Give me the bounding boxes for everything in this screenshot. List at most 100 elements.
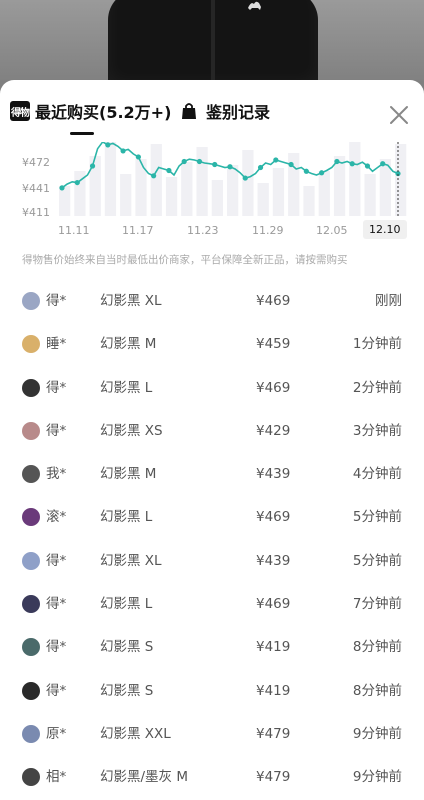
tab-auth-label: 鉴别记录 (206, 103, 271, 122)
product-variant: 幻影黑 M (100, 336, 157, 353)
price-point (212, 161, 218, 168)
product-variant: 幻影黑 S (100, 682, 154, 699)
list-item[interactable]: 原* 幻影黑 XXL ¥479 9分钟前 (0, 713, 424, 756)
purchase-time: 2分钟前 (352, 379, 402, 396)
product-variant: 幻影黑/墨灰 M (100, 769, 188, 786)
purchase-price: ¥479 (256, 725, 291, 742)
price-point (227, 164, 233, 170)
bag-icon (182, 103, 196, 119)
avatar (22, 421, 40, 440)
price-point (135, 154, 141, 160)
purchase-price: ¥469 (256, 379, 291, 396)
recent-purchases-sheet: 得物 最近购买(5.2万+) 鉴别记录 ¥472 ¥441 ¥411 11.11… (0, 80, 424, 800)
price-point (380, 161, 386, 167)
avatar (22, 768, 40, 787)
purchase-time: 8分钟前 (352, 682, 402, 699)
product-variant: 幻影黑 L (100, 379, 153, 396)
x-tick-current[interactable]: 12.10 (363, 220, 407, 239)
price-point (364, 163, 371, 169)
list-item[interactable]: 得* 幻影黑 XL ¥439 5分钟前 (0, 540, 424, 583)
list-item[interactable]: 得* 幻影黑 L ¥469 2分钟前 (0, 367, 424, 410)
list-item[interactable]: 睡* 幻影黑 M ¥459 1分钟前 (0, 323, 424, 366)
volume-bar (196, 147, 208, 216)
price-point (166, 167, 172, 174)
price-point (105, 142, 111, 148)
buyer-name: 得* (46, 596, 67, 613)
avatar (22, 465, 40, 484)
volume-bar (333, 156, 346, 216)
y-tick-label: ¥411 (22, 206, 50, 219)
active-tab-indicator (70, 132, 94, 135)
buyer-name: 得* (46, 293, 67, 309)
list-item[interactable]: 我* 幻影黑 M ¥439 4分钟前 (0, 453, 424, 496)
buyer-name: 我* (46, 466, 67, 483)
avatar (22, 335, 40, 354)
product-variant: 幻影黑 M (100, 466, 157, 483)
purchase-price: ¥469 (256, 509, 291, 526)
volume-bar (135, 159, 147, 216)
list-item[interactable]: 得* 幻影黑 XS ¥429 3分钟前 (0, 410, 424, 453)
product-variant: 幻影黑 XL (100, 552, 162, 569)
close-icon[interactable] (388, 104, 410, 126)
buyer-name: 得* (46, 552, 67, 569)
volume-bar (242, 150, 254, 216)
purchase-price: ¥469 (256, 596, 291, 613)
purchase-price: ¥459 (256, 336, 291, 353)
camel-logo-icon (248, 1, 261, 10)
buyer-name: 滚* (46, 509, 67, 526)
x-tick-label: 12.05 (316, 224, 348, 237)
product-image (0, 0, 424, 90)
avatar (22, 638, 40, 657)
list-item[interactable]: 得* 幻影黑 S ¥419 8分钟前 (0, 626, 424, 669)
price-point (257, 164, 264, 171)
price-disclaimer: 得物售价始终来自当时最低出价商家，平台保障全新正品，请按需购买 (22, 254, 348, 266)
product-variant: 幻影黑 L (100, 509, 153, 526)
list-item[interactable]: 得* 幻影黑 XL ¥469 刚刚 (0, 280, 424, 323)
price-point (349, 161, 355, 167)
purchase-time: 4分钟前 (352, 466, 402, 483)
buyer-name: 得* (46, 639, 67, 656)
price-point (288, 161, 294, 168)
list-item[interactable]: 滚* 幻影黑 L ¥469 5分钟前 (0, 496, 424, 539)
purchase-time: 3分钟前 (352, 422, 402, 439)
volume-bar (303, 186, 315, 216)
tab-recent-label: 最近购买(5.2万+) (35, 103, 172, 122)
purchase-time: 9分钟前 (352, 725, 402, 742)
x-tick-label: 11.23 (187, 224, 219, 237)
purchase-time: 7分钟前 (352, 596, 402, 613)
price-point (196, 158, 203, 165)
purchase-price: ¥439 (256, 552, 291, 569)
price-point (273, 157, 279, 163)
price-point (151, 173, 157, 179)
volume-bar (120, 174, 132, 216)
x-tick-label: 11.17 (122, 224, 154, 237)
price-point (334, 158, 340, 165)
volume-bar (257, 183, 269, 216)
purchase-time: 5分钟前 (352, 552, 402, 569)
purchase-price: ¥469 (256, 293, 291, 309)
tab-recent-purchases[interactable]: 得物 最近购买(5.2万+) (10, 98, 171, 124)
x-tick-label: 11.11 (58, 224, 90, 237)
buyer-name: 睡* (46, 336, 67, 353)
price-point (319, 170, 325, 176)
buyer-name: 得* (46, 422, 67, 439)
volume-bar (165, 177, 178, 216)
purchase-time: 5分钟前 (352, 509, 402, 526)
tab-authentication-records[interactable]: 鉴别记录 (180, 98, 270, 124)
y-tick-label: ¥472 (22, 156, 50, 169)
product-variant: 幻影黑 XS (100, 422, 163, 439)
product-variant: 幻影黑 XXL (100, 725, 171, 742)
list-item[interactable]: 得* 幻影黑 S ¥419 8分钟前 (0, 670, 424, 713)
volume-bar (318, 171, 330, 216)
list-item[interactable]: 相* 幻影黑/墨灰 M ¥479 9分钟前 (0, 756, 424, 799)
volume-bar (59, 186, 71, 216)
y-tick-label: ¥441 (22, 182, 50, 195)
purchase-price: ¥429 (256, 422, 291, 439)
volume-bar (104, 142, 117, 216)
product-variant: 幻影黑 S (100, 639, 154, 656)
price-point (74, 179, 80, 186)
avatar (22, 724, 40, 743)
purchase-time: 9分钟前 (352, 769, 402, 786)
x-tick-label: 11.29 (252, 224, 284, 237)
list-item[interactable]: 得* 幻影黑 L ¥469 7分钟前 (0, 583, 424, 626)
